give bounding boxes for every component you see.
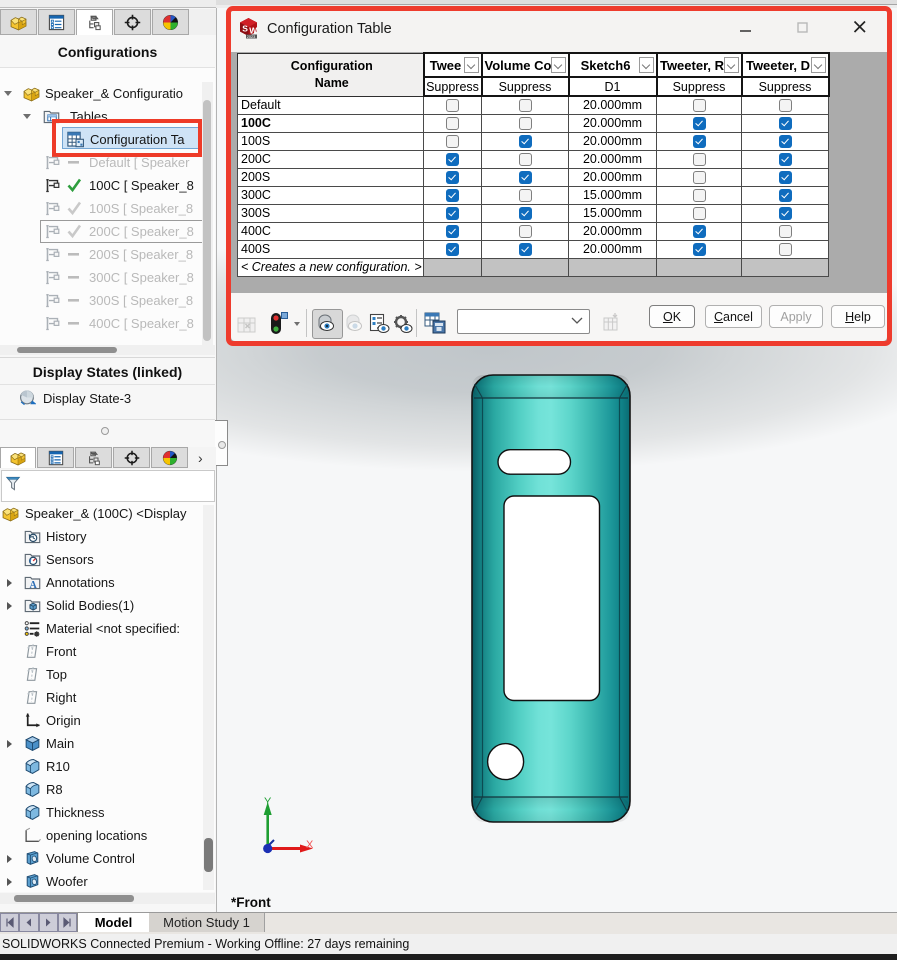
svg-text:Y: Y bbox=[264, 796, 272, 808]
svg-text:W: W bbox=[249, 26, 258, 36]
svg-text:X: X bbox=[306, 839, 314, 851]
svg-text:2023: 2023 bbox=[247, 35, 255, 39]
svg-text:S: S bbox=[242, 24, 248, 34]
